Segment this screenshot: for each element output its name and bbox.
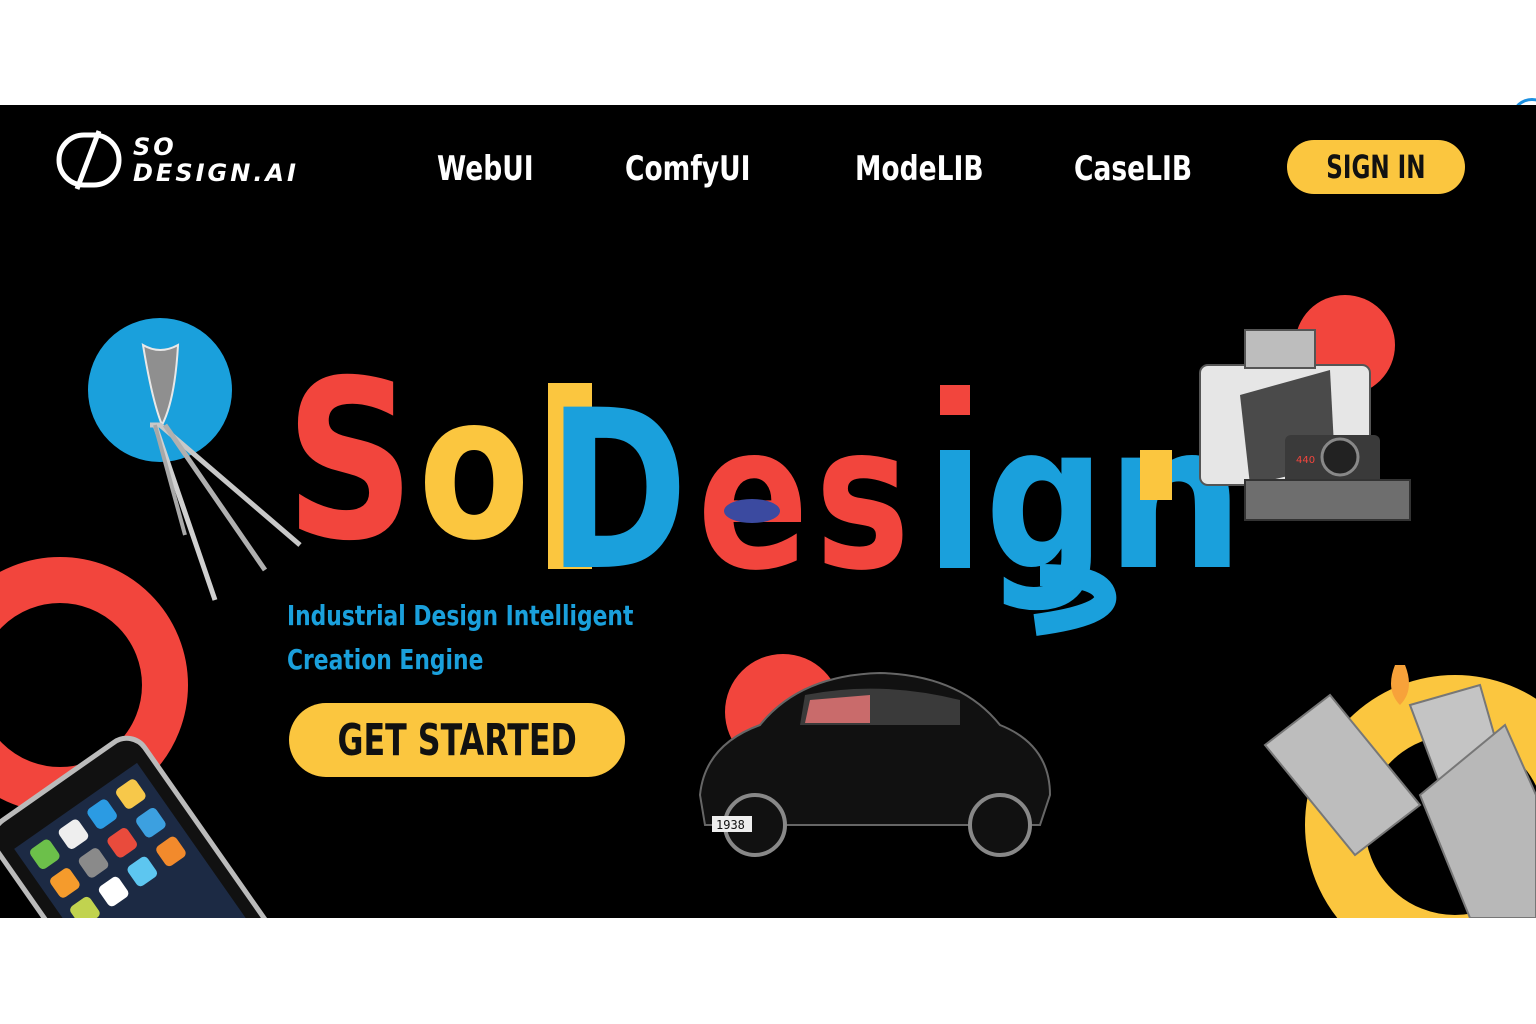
svg-text:e: e [697,382,809,615]
logo-text-line1: SO [133,133,177,161]
brand-logo[interactable]: SO DESIGN.AI [55,129,355,193]
hero-subtitle-line1: Industrial Design Intelligent [287,599,634,632]
phone-illustration [0,735,281,918]
nav-item-modelib[interactable]: ModeLIB [855,149,984,189]
svg-text:s: s [815,382,910,615]
car-plate: 1938 [716,818,745,832]
hero-subtitle-line2: Creation Engine [287,643,484,676]
hero-artwork: S o D e s g n 440 1938 [0,295,1536,918]
svg-text:D: D [548,363,688,619]
get-started-label: GET STARTED [337,714,577,766]
get-started-button[interactable]: GET STARTED [289,703,625,777]
nav-item-webui[interactable]: WebUI [437,149,534,189]
sign-in-button[interactable]: SIGN IN [1287,140,1465,194]
camera-model-label: 440 [1296,455,1315,466]
svg-text:o: o [418,352,530,585]
hero-section: S o D e s g n 440 1938 SO DESIGN.AI WebU… [0,105,1536,918]
logo-mark-icon [56,130,122,190]
logo-text-line2: DESIGN.AI [133,159,299,187]
headline-sodesign: S o D e s g n [285,333,1245,636]
nav-item-comfyui[interactable]: ComfyUI [625,149,751,189]
svg-text:S: S [285,333,415,589]
nav-item-caselib[interactable]: CaseLIB [1074,149,1192,189]
sign-in-label: SIGN IN [1326,148,1426,186]
